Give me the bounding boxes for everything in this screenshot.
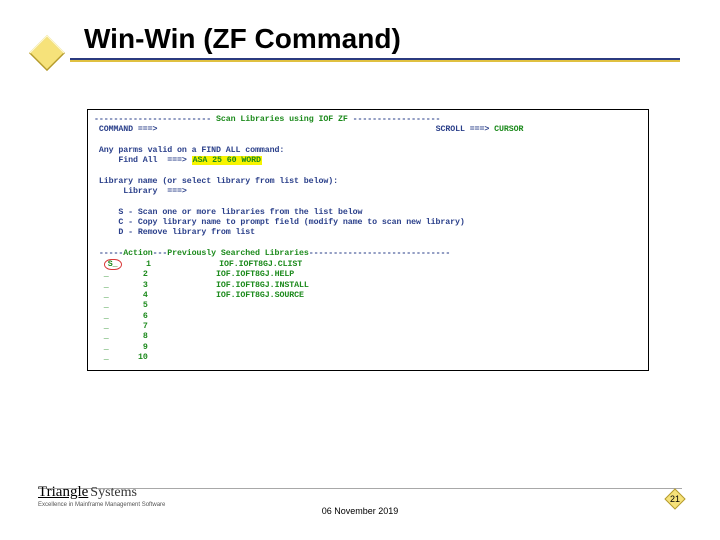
row-num: 8: [143, 332, 148, 341]
row-action[interactable]: _: [104, 281, 109, 290]
parms-note: Any parms valid on a FIND ALL command:: [99, 146, 284, 155]
row-num: 4: [143, 291, 148, 300]
title-underline: [70, 58, 680, 62]
opt-c: C - Copy library name to prompt field (m…: [118, 218, 464, 227]
hdr-title: Scan Libraries using IOF ZF: [211, 115, 353, 124]
findall-label: Find All ===>: [118, 156, 186, 165]
row-action[interactable]: _: [104, 332, 109, 341]
row-dsn: IOF.IOFT8GJ.INSTALL: [216, 281, 309, 290]
logo-triangle: Triangle: [38, 484, 88, 500]
row-action[interactable]: _: [104, 312, 109, 321]
row-action[interactable]: _: [104, 353, 109, 362]
opt-d: D - Remove library from list: [118, 228, 255, 237]
diamond-icon: [28, 34, 66, 72]
logo: TriangleSystems Excellence in Mainframe …: [38, 484, 165, 508]
list-dash2: ---: [153, 249, 168, 258]
row-num: 1: [146, 260, 151, 269]
list-action: Action: [123, 249, 152, 258]
page-number: 21: [664, 488, 686, 510]
hdr-dash-l: ------------------------: [94, 115, 211, 124]
row-num: 9: [143, 343, 148, 352]
lib-label: Library ===>: [123, 187, 186, 196]
terminal-screenshot: ------------------------ Scan Libraries …: [88, 110, 648, 370]
list-dash3: -----------------------------: [309, 249, 451, 258]
list-dash1: -----: [99, 249, 123, 258]
list-prev: Previously Searched Libraries: [167, 249, 309, 258]
slide: Win-Win (ZF Command) -------------------…: [0, 0, 720, 540]
row-num: 5: [143, 301, 148, 310]
row-action[interactable]: _: [104, 322, 109, 331]
libname-note: Library name (or select library from lis…: [99, 177, 338, 186]
command-label: COMMAND ===>: [99, 125, 158, 134]
row-num: 10: [138, 353, 148, 362]
hdr-dash-r: ------------------: [353, 115, 441, 124]
row-num: 6: [143, 312, 148, 321]
row-dsn: IOF.IOFT8GJ.SOURCE: [216, 291, 304, 300]
footer: TriangleSystems Excellence in Mainframe …: [0, 480, 720, 522]
row-action-circled[interactable]: S_: [104, 259, 122, 270]
scroll-value: CURSOR: [494, 125, 523, 134]
row-action[interactable]: _: [104, 343, 109, 352]
row-action[interactable]: _: [104, 301, 109, 310]
logo-systems: Systems: [90, 485, 137, 500]
opt-s: S - Scan one or more libraries from the …: [118, 208, 362, 217]
page-number-badge: 21: [664, 488, 686, 510]
title-area: Win-Win (ZF Command): [28, 20, 680, 58]
row-dsn: IOF.IOFT8GJ.HELP: [216, 270, 294, 279]
row-action[interactable]: _: [104, 270, 109, 279]
row-action[interactable]: _: [104, 291, 109, 300]
row-num: 3: [143, 281, 148, 290]
footer-date: 06 November 2019: [0, 506, 720, 516]
findall-value[interactable]: ASA 25 60 WORD: [192, 156, 262, 165]
row-dsn: IOF.IOFT8GJ.CLIST: [219, 260, 302, 269]
slide-title: Win-Win (ZF Command): [84, 25, 401, 53]
row-num: 7: [143, 322, 148, 331]
scroll-label: SCROLL ===>: [436, 125, 490, 134]
row-num: 2: [143, 270, 148, 279]
